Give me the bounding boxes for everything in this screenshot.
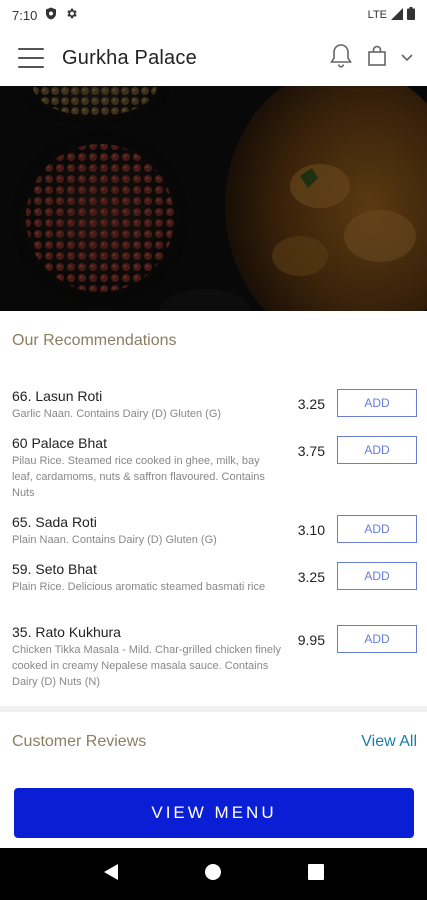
status-left: 7:10 — [12, 7, 78, 23]
menu-item: 60 Palace Bhat Pilau Rice. Steamed rice … — [12, 435, 417, 501]
bell-icon[interactable] — [329, 43, 353, 74]
add-button[interactable]: ADD — [337, 562, 417, 590]
status-bar: 7:10 LTE — [0, 0, 427, 30]
item-description: Plain Naan. Contains Dairy (D) Gluten (G… — [12, 534, 217, 546]
back-icon[interactable] — [103, 863, 119, 886]
signal-icon — [391, 7, 403, 23]
chevron-down-icon[interactable] — [401, 49, 413, 67]
item-price: 3.10 — [297, 522, 325, 538]
app-title: Gurkha Palace — [62, 46, 197, 69]
reviews-title: Customer Reviews — [12, 733, 147, 750]
shopping-bag-icon[interactable] — [367, 45, 387, 72]
gear-icon — [65, 7, 78, 23]
app-bar-actions — [329, 43, 413, 74]
app-bar: Gurkha Palace — [0, 30, 427, 86]
home-icon[interactable] — [204, 863, 222, 886]
recents-icon[interactable] — [308, 863, 325, 885]
add-button[interactable]: ADD — [337, 515, 417, 543]
item-description: Plain Rice. Delicious aromatic steamed b… — [12, 581, 266, 593]
item-price: 3.25 — [297, 396, 325, 412]
item-description: Pilau Rice. Steamed rice cooked in ghee,… — [12, 455, 265, 499]
menu-item: 66. Lasun Roti Garlic Naan. Contains Dai… — [12, 388, 417, 422]
item-description: Chicken Tikka Masala - Mild. Char-grille… — [12, 644, 281, 688]
menu-item: 59. Seto Bhat Plain Rice. Delicious arom… — [12, 561, 417, 595]
battery-icon — [407, 7, 415, 23]
item-price: 9.95 — [297, 632, 325, 648]
recommendations-title: Our Recommendations — [12, 332, 177, 349]
add-button[interactable]: ADD — [337, 389, 417, 417]
view-menu-button[interactable]: VIEW MENU — [14, 788, 414, 838]
menu-item: 35. Rato Kukhura Chicken Tikka Masala - … — [12, 624, 417, 690]
item-price: 3.75 — [297, 443, 325, 459]
item-price: 3.25 — [297, 569, 325, 585]
view-all-link[interactable]: View All — [361, 733, 417, 751]
add-button[interactable]: ADD — [337, 436, 417, 464]
shield-icon — [45, 7, 57, 23]
reviews-header: Customer Reviews View All — [12, 733, 417, 751]
network-label: LTE — [367, 9, 387, 21]
system-nav-bar — [0, 848, 427, 900]
add-button[interactable]: ADD — [337, 625, 417, 653]
hamburger-menu-icon[interactable] — [18, 48, 44, 68]
menu-item: 65. Sada Roti Plain Naan. Contains Dairy… — [12, 514, 417, 548]
status-time: 7:10 — [12, 7, 38, 23]
status-right: LTE — [368, 7, 415, 23]
hero-food-image — [0, 86, 427, 311]
section-divider — [0, 706, 427, 712]
item-description: Garlic Naan. Contains Dairy (D) Gluten (… — [12, 408, 222, 420]
